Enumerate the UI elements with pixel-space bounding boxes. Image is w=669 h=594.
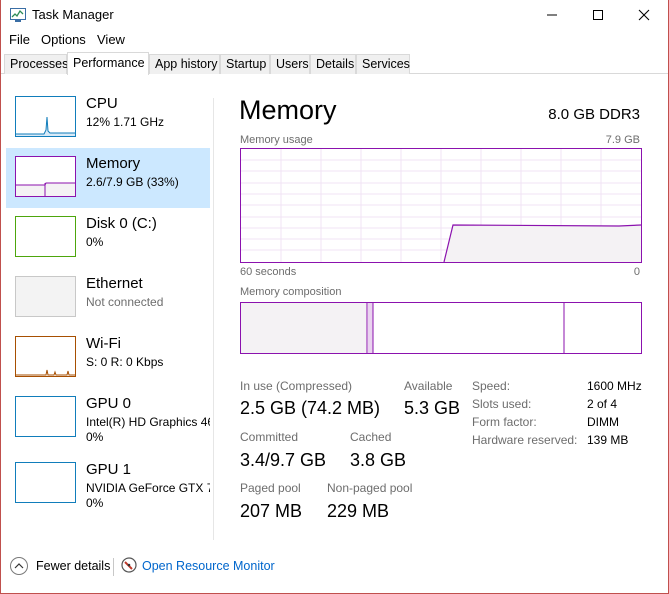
- menu-view[interactable]: View: [97, 32, 125, 47]
- disk-thumbnail-graph: [15, 216, 76, 257]
- committed-label: Committed: [240, 430, 299, 444]
- in-use-value: 2.5 GB (74.2 MB): [240, 398, 381, 418]
- cached-value: 3.8 GB: [350, 450, 407, 470]
- tab-services[interactable]: Services: [356, 54, 410, 74]
- task-manager-app-icon: [10, 8, 26, 22]
- nonpaged-pool-label: Non-paged pool: [327, 481, 413, 495]
- memory-usage: 2.6/7.9 GB (33%): [86, 175, 179, 189]
- memory-usage-graph: [240, 148, 642, 263]
- sidebar-item-disk[interactable]: Disk 0 (C:) 0%: [6, 208, 210, 268]
- cpu-usage: 12% 1.71 GHz: [86, 115, 165, 129]
- page-title: Memory: [239, 95, 337, 125]
- maximize-button[interactable]: [575, 0, 621, 30]
- sidebar-item-gpu0[interactable]: GPU 0 Intel(R) HD Graphics 460 0%: [6, 388, 210, 448]
- task-manager-window: Task Manager File Options View Processes…: [0, 0, 669, 594]
- resource-sidebar: CPU 12% 1.71 GHz Memory 2.6/7.9 GB (33%)…: [1, 88, 214, 540]
- in-use-label: In use (Compressed): [240, 379, 353, 393]
- wifi-throughput: S: 0 R: 0 Kbps: [86, 355, 164, 369]
- sidebar-item-cpu[interactable]: CPU 12% 1.71 GHz: [6, 88, 210, 148]
- memory-composition-bar: [241, 303, 565, 353]
- form-factor-value: DIMM: [587, 415, 619, 429]
- slots-used-value: 2 of 4: [587, 397, 618, 411]
- memory-thumbnail-graph: [15, 156, 76, 197]
- ethernet-thumbnail-graph: [15, 276, 76, 317]
- sidebar-item-wifi[interactable]: Wi-Fi S: 0 R: 0 Kbps: [6, 328, 210, 388]
- wifi-thumbnail-graph: [15, 336, 76, 377]
- footer-separator: [113, 558, 114, 576]
- paged-pool-value: 207 MB: [240, 501, 303, 521]
- memory-usage-plot: [241, 149, 642, 263]
- open-resource-monitor-link[interactable]: Open Resource Monitor: [142, 559, 275, 573]
- title-bar[interactable]: Task Manager: [1, 0, 668, 30]
- available-value: 5.3 GB: [404, 398, 461, 418]
- close-button[interactable]: [621, 0, 667, 30]
- ethernet-status: Not connected: [86, 295, 164, 309]
- tab-strip: Processes Performance App history Startu…: [1, 52, 668, 75]
- sidebar-item-gpu1[interactable]: GPU 1 NVIDIA GeForce GTX 750 0%: [6, 454, 210, 514]
- nonpaged-pool-value: 229 MB: [327, 501, 390, 521]
- paged-pool-label: Paged pool: [240, 481, 301, 495]
- tab-performance[interactable]: Performance: [67, 52, 149, 75]
- gpu0-usage: 0%: [86, 430, 104, 444]
- committed-value: 3.4/9.7 GB: [240, 450, 327, 470]
- time-axis-right: 0: [633, 266, 640, 278]
- slots-used-label: Slots used:: [472, 397, 532, 411]
- gpu0-name: Intel(R) HD Graphics 460: [86, 415, 210, 429]
- wifi-title: Wi-Fi: [86, 335, 121, 352]
- speed-label: Speed:: [472, 379, 511, 393]
- footer-bar: Fewer details Open Resource Monitor: [1, 552, 668, 582]
- gpu0-title: GPU 0: [86, 395, 132, 412]
- memory-composition-graph: [240, 302, 642, 354]
- gpu1-name: NVIDIA GeForce GTX 750: [86, 481, 210, 495]
- menu-bar: File Options View: [1, 30, 668, 50]
- maximize-icon: [593, 10, 603, 20]
- tab-users[interactable]: Users: [270, 54, 310, 74]
- wifi-sparkline: [16, 369, 75, 376]
- chevron-up-icon: [14, 563, 24, 569]
- close-icon: [638, 9, 650, 21]
- gpu1-thumbnail-graph: [15, 462, 76, 503]
- resource-monitor-icon: [121, 557, 137, 573]
- memory-usage-label: Memory usage: [240, 134, 313, 146]
- disk-title: Disk 0 (C:): [86, 215, 157, 232]
- speed-value: 1600 MHz: [587, 379, 642, 393]
- form-factor-label: Form factor:: [472, 415, 537, 429]
- gpu0-thumbnail-graph: [15, 396, 76, 437]
- memory-title: Memory: [86, 155, 141, 172]
- cpu-sparkline: [16, 116, 75, 136]
- composition-in-use: [241, 303, 367, 353]
- memory-spec: 8.0 GB DDR3: [548, 106, 640, 123]
- cpu-thumbnail-graph: [15, 96, 76, 137]
- tab-app-history[interactable]: App history: [149, 54, 220, 74]
- tab-startup[interactable]: Startup: [220, 54, 270, 74]
- memory-usage-max: 7.9 GB: [605, 134, 640, 146]
- fewer-details-link[interactable]: Fewer details: [36, 559, 110, 573]
- ethernet-title: Ethernet: [86, 275, 143, 292]
- minimize-icon: [547, 14, 557, 16]
- composition-modified: [368, 303, 373, 353]
- cpu-title: CPU: [86, 95, 118, 112]
- fewer-details-button[interactable]: [10, 557, 28, 575]
- tab-details[interactable]: Details: [310, 54, 356, 74]
- time-axis-left: 60 seconds: [240, 266, 297, 278]
- gpu1-usage: 0%: [86, 496, 104, 510]
- hardware-reserved-value: 139 MB: [587, 433, 629, 447]
- memory-sparkline: [16, 182, 75, 196]
- hardware-reserved-label: Hardware reserved:: [472, 433, 578, 447]
- tab-processes[interactable]: Processes: [4, 54, 68, 74]
- gpu1-title: GPU 1: [86, 461, 132, 478]
- sidebar-item-memory[interactable]: Memory 2.6/7.9 GB (33%): [6, 148, 210, 208]
- window-title: Task Manager: [32, 7, 114, 22]
- minimize-button[interactable]: [529, 0, 575, 30]
- cached-label: Cached: [350, 430, 392, 444]
- available-label: Available: [404, 379, 453, 393]
- sidebar-item-ethernet[interactable]: Ethernet Not connected: [6, 268, 210, 328]
- memory-composition-label: Memory composition: [240, 286, 342, 298]
- menu-options[interactable]: Options: [41, 32, 86, 47]
- disk-usage: 0%: [86, 235, 104, 249]
- memory-usage-area: [444, 225, 641, 262]
- menu-file[interactable]: File: [9, 32, 30, 47]
